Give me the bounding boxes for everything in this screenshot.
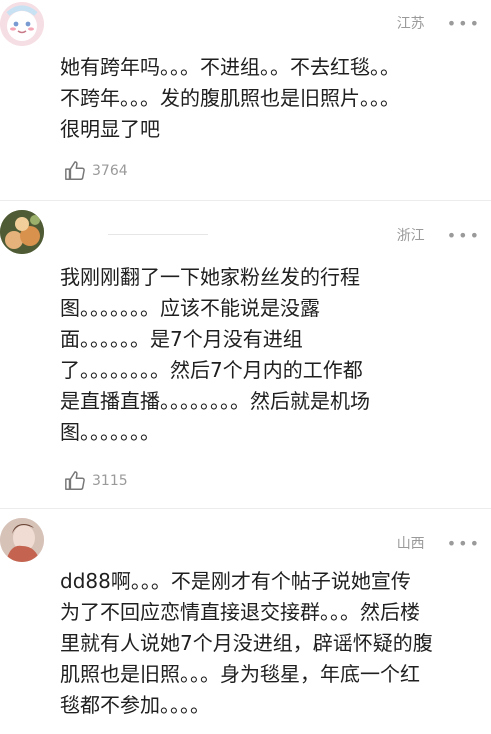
avatar[interactable] xyxy=(0,518,44,562)
like-button[interactable]: 3764 xyxy=(64,160,128,182)
location-label: 江苏 xyxy=(396,16,425,32)
avatar-image xyxy=(0,2,44,46)
thumbs-up-icon xyxy=(65,471,85,490)
comment-text: 她有跨年吗。。。不进组。。不去红毯。。 不跨年。。。发的腹肌照也是旧照片。。。 … xyxy=(60,55,400,141)
like-count: 3115 xyxy=(92,473,128,489)
divider xyxy=(0,508,491,509)
location-label: 浙江 xyxy=(396,228,425,244)
comment-header: 江苏 ••• xyxy=(397,13,481,33)
avatar-image xyxy=(0,210,44,254)
comment-text: dd88啊。。。不是刚才有个帖子说她宣传 为了不回应恋情直接退交接群。。。然后楼… xyxy=(60,569,433,717)
avatar[interactable] xyxy=(0,210,44,254)
avatar-image xyxy=(0,518,44,562)
comment-header: 山西 ••• xyxy=(397,533,481,553)
divider xyxy=(0,200,491,201)
thumbs-up-icon xyxy=(65,161,85,180)
comment-text: 我刚刚翻了一下她家粉丝发的行程 图。。。。。。。应该不能说是没露 面。。。。。。… xyxy=(60,265,370,444)
like-button[interactable]: 3115 xyxy=(64,470,128,492)
more-options-icon[interactable]: ••• xyxy=(447,14,481,33)
location-label: 山西 xyxy=(396,536,425,552)
more-options-icon[interactable]: ••• xyxy=(447,226,481,245)
avatar[interactable] xyxy=(0,2,44,46)
like-count: 3764 xyxy=(92,163,128,179)
comment-header: 浙江 ••• xyxy=(397,225,481,245)
divider xyxy=(108,234,208,235)
more-options-icon[interactable]: ••• xyxy=(447,534,481,553)
